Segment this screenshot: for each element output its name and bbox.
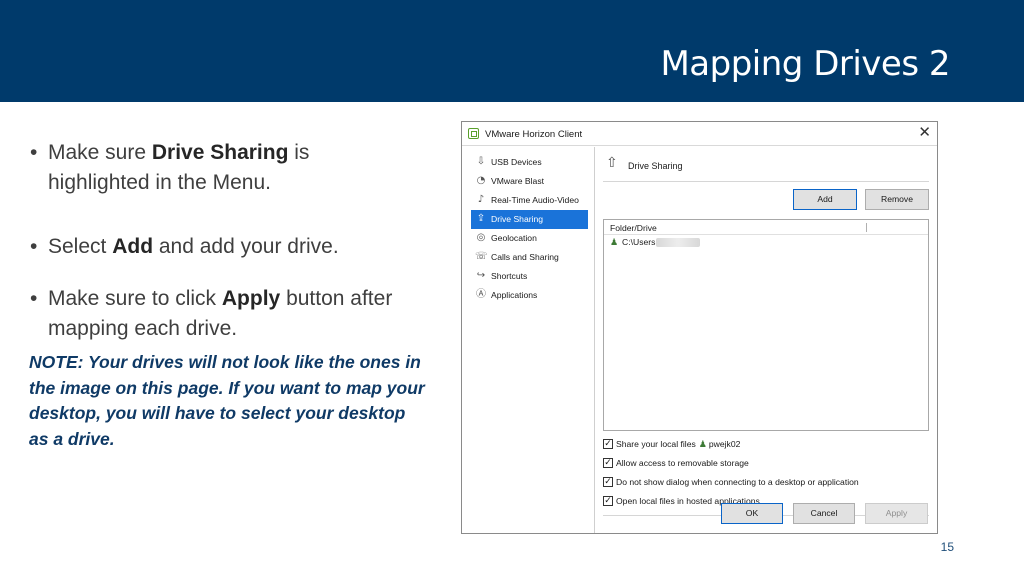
sidebar-item-label: USB Devices [491,157,542,167]
bullet-apply: Make sure to click Apply button after ma… [28,284,408,344]
drive-sharing-panel: ⇧ Drive Sharing Add Remove Folder/Drive … [596,147,937,533]
dialog-title: VMware Horizon Client [485,129,583,140]
sidebar-item-shortcuts[interactable]: ↪ Shortcuts [471,267,588,286]
cancel-button[interactable]: Cancel [793,503,855,524]
bullet-add: Select Add and add your drive. [28,232,408,262]
share-upload-icon: ⇧ [606,155,618,171]
phone-icon: ☏ [475,251,488,262]
slide-title: Mapping Drives 2 [660,44,950,84]
apply-button[interactable]: Apply [865,503,928,524]
location-icon: ◎ [476,232,486,243]
add-button[interactable]: Add [793,189,857,210]
column-separator[interactable] [866,223,867,232]
no-dialog-checkbox[interactable]: ✓ [603,477,613,487]
sidebar-item-label: Applications [491,290,538,300]
share-local-files-checkbox[interactable]: ✓ [603,439,613,449]
checkbox-label: Do not show dialog when connecting to a … [616,477,859,487]
redacted-username [656,238,701,248]
section-divider [603,181,929,182]
bold-apply: Apply [221,287,281,310]
user-share-icon: ♟ [698,440,707,450]
open-local-files-checkbox[interactable]: ✓ [603,496,613,506]
ok-button[interactable]: OK [721,503,783,524]
close-icon[interactable]: ✕ [918,125,931,141]
settings-sidebar: ⇩ USB Devices ◔ VMware Blast ♪ Real-Time… [462,147,595,533]
checkbox-label: Allow access to removable storage [616,458,749,468]
page-number: 15 [940,540,954,554]
sidebar-item-usb-devices[interactable]: ⇩ USB Devices [471,153,588,172]
share-local-files-option[interactable]: ✓ Share your local files ♟ pwejk02 [603,438,740,451]
sidebar-item-applications[interactable]: Ⓐ Applications [471,286,588,305]
list-item[interactable]: ♟ C:\Users [609,236,701,249]
note-text: NOTE: Your drives will not look like the… [29,352,425,449]
checkbox-label: Share your local files [616,439,696,449]
sidebar-item-label: Shortcuts [491,271,528,281]
sidebar-item-label: Real-Time Audio-Video [491,195,579,205]
bold-drive-sharing: Drive Sharing [151,141,289,164]
folder-path: C:\Users [622,237,656,247]
share-username: pwejk02 [708,439,741,449]
horizon-client-dialog: VMware Horizon Client ✕ ⇩ USB Devices ◔ … [461,121,938,534]
removable-storage-option[interactable]: ✓ Allow access to removable storage [603,457,749,470]
sidebar-item-label: Calls and Sharing [491,252,559,262]
drive-share-icon: ⇪ [476,213,486,224]
sidebar-item-geolocation[interactable]: ◎ Geolocation [471,229,588,248]
no-dialog-option[interactable]: ✓ Do not show dialog when connecting to … [603,476,859,489]
column-header-folder-drive[interactable]: Folder/Drive [604,220,928,235]
microphone-icon: ♪ [477,194,485,205]
sidebar-item-vmware-blast[interactable]: ◔ VMware Blast [471,172,588,191]
section-title: Drive Sharing [628,161,683,171]
sidebar-item-calls-and-sharing[interactable]: ☏ Calls and Sharing [471,248,588,267]
shortcut-icon: ↪ [476,270,486,281]
vmware-horizon-icon [468,128,479,139]
remove-button[interactable]: Remove [865,189,929,210]
sidebar-item-real-time-audio-video[interactable]: ♪ Real-Time Audio-Video [471,191,588,210]
sidebar-item-label: VMware Blast [491,176,545,186]
bold-add: Add [112,235,154,258]
sidebar-item-drive-sharing[interactable]: ⇪ Drive Sharing [471,210,588,229]
dialog-titlebar: VMware Horizon Client ✕ [462,122,937,146]
folder-drive-list[interactable]: Folder/Drive ♟ C:\Users [603,219,929,431]
usb-icon: ⇩ [476,156,486,167]
bullet-drive-sharing: Make sure Drive Sharing is highlighted i… [28,138,408,198]
applications-icon: Ⓐ [476,289,486,300]
sidebar-item-label: Geolocation [491,233,537,243]
sidebar-item-label: Drive Sharing [491,214,544,224]
blast-icon: ◔ [476,175,486,186]
removable-storage-checkbox[interactable]: ✓ [603,458,613,468]
title-banner: Mapping Drives 2 [0,0,1024,102]
user-folder-icon: ♟ [610,238,619,248]
